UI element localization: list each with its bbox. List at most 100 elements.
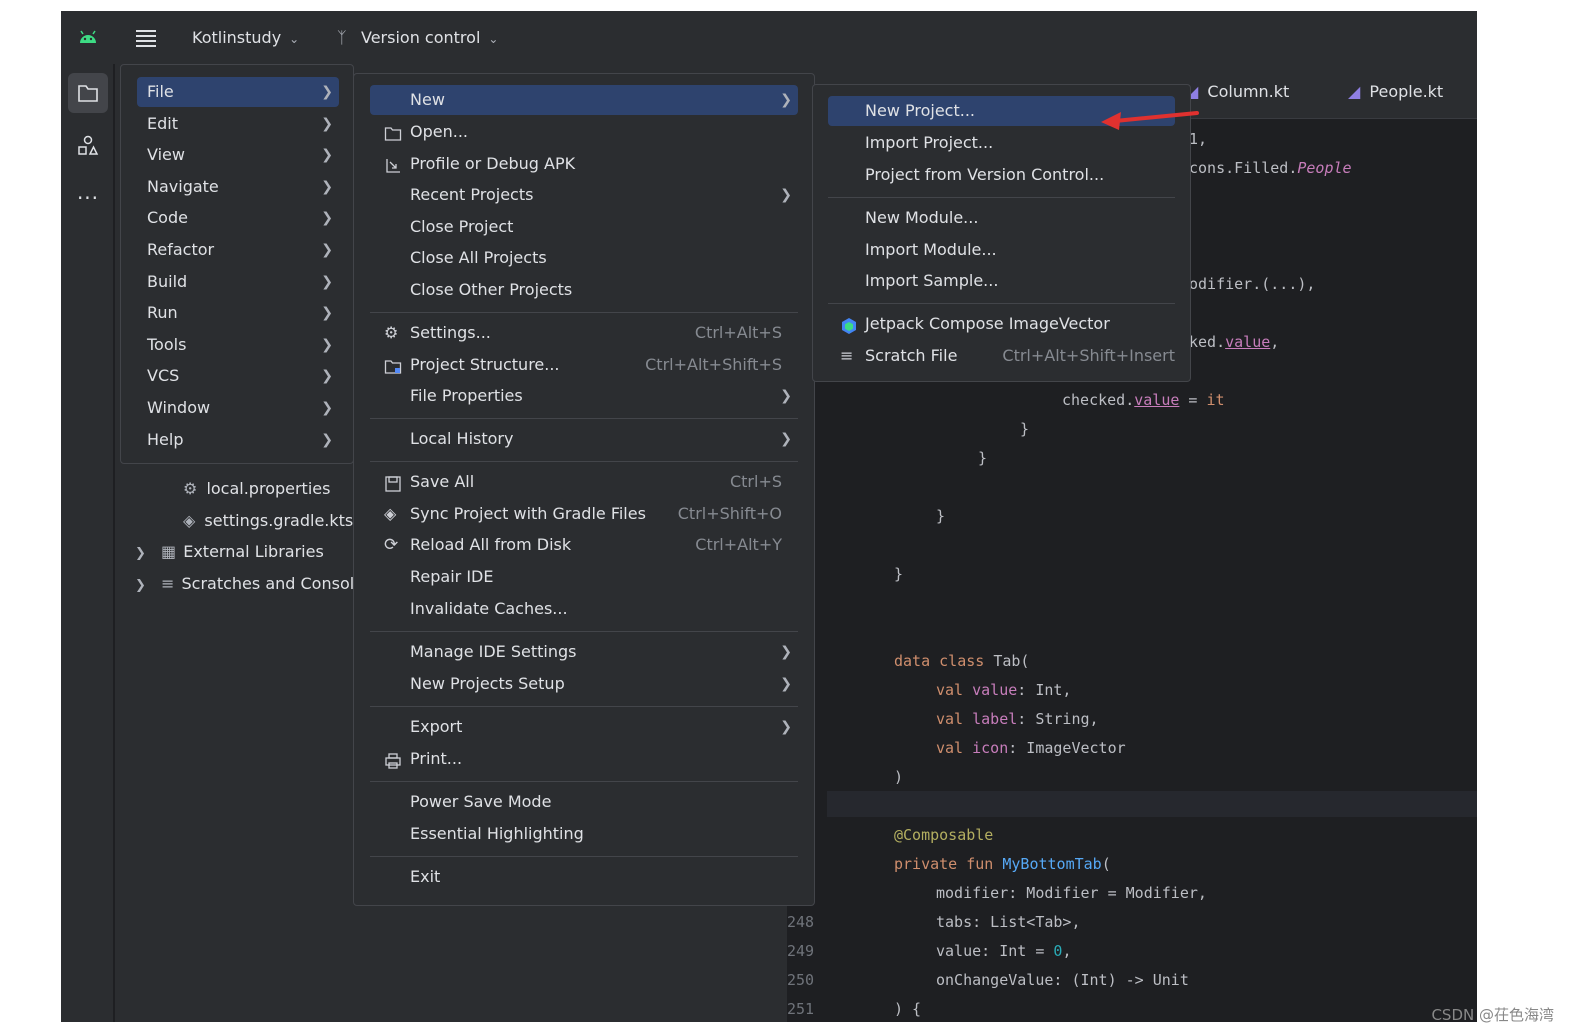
menu-item-new[interactable]: New ❯ [370,85,798,115]
menu-item-label: Manage IDE Settings [410,642,577,661]
chevron-right-icon: ❯ [321,116,333,132]
menu-item-label: Navigate [147,177,219,196]
menu-item-profile-apk[interactable]: Profile or Debug APK [370,149,798,179]
chevron-right-icon: ❯ [321,84,333,100]
menu-item-label: Window [147,398,211,417]
menu-refactor[interactable]: Refactor ❯ [137,235,339,265]
menu-item-label: New Projects Setup [410,674,565,693]
menu-item-import-sample[interactable]: Import Sample... [828,266,1175,296]
menu-item-power-save[interactable]: Power Save Mode [370,787,798,817]
tab-label: Column.kt [1207,82,1290,101]
project-tool-button[interactable] [68,73,108,113]
menu-item-sync-gradle[interactable]: ◈ Sync Project with Gradle Files Ctrl+Shif… [370,499,798,529]
chevron-right-icon: ❯ [321,400,333,416]
menu-item-settings[interactable]: ⚙ Settings... Ctrl+Alt+S [370,318,798,348]
menu-build[interactable]: Build ❯ [137,267,339,297]
chevron-right-icon: ❯ [780,92,792,108]
resource-manager-button[interactable] [68,126,108,166]
shortcut: Ctrl+Shift+O [677,504,782,523]
chevron-right-icon: ❯ [321,179,333,195]
menu-item-close-project[interactable]: Close Project [370,212,798,242]
chevron-right-icon: ❯ [321,210,333,226]
menu-item-label: Scratch File [865,346,958,365]
menu-item-label: Settings... [410,323,491,342]
menu-item-file-properties[interactable]: File Properties ❯ [370,381,798,411]
menu-code[interactable]: Code ❯ [137,203,339,233]
code-line: @Composable [894,826,994,844]
menu-item-save-all[interactable]: Save All Ctrl+S [370,467,798,497]
menu-separator [370,781,798,782]
tab-column-kt[interactable]: ◢ Column.kt [1186,82,1289,101]
main-menu-hamburger-icon[interactable] [135,27,157,49]
tree-item-external-libraries[interactable]: ❯ ▦ External Libraries [135,539,324,565]
menu-file[interactable]: File ❯ [137,77,339,107]
menu-vcs[interactable]: VCS ❯ [137,361,339,391]
menu-item-project-from-vcs[interactable]: Project from Version Control... [828,160,1175,190]
menu-item-local-history[interactable]: Local History ❯ [370,424,798,454]
menu-item-new-projects-setup[interactable]: New Projects Setup ❯ [370,669,798,699]
menu-item-label: Local History [410,429,514,448]
tree-item-settings-gradle[interactable]: ◈ settings.gradle.kts [183,508,353,534]
ide-window: Kotlinstudy ⌄ ᛉ Version control ⌄ ··· ⚙ loc… [61,11,1477,1022]
chevron-right-icon: ❯ [321,274,333,290]
menu-item-label: Project Structure... [410,355,560,374]
code-line: ) [894,768,904,786]
menu-item-close-other[interactable]: Close Other Projects [370,275,798,305]
menu-item-print[interactable]: Print... [370,744,798,774]
menu-item-manage-settings[interactable]: Manage IDE Settings ❯ [370,637,798,667]
menu-item-scratch-file[interactable]: ≡ Scratch File Ctrl+Alt+Shift+Insert [828,341,1175,371]
gear-icon: ⚙ [384,323,399,342]
menu-item-close-all[interactable]: Close All Projects [370,243,798,273]
code-line: modifier: Modifier = Modifier, [936,884,1207,902]
menu-item-repair-ide[interactable]: Repair IDE [370,562,798,592]
menu-item-reload[interactable]: ⟳ Reload All from Disk Ctrl+Alt+Y [370,530,798,560]
tab-people-kt[interactable]: ◢ People.kt [1348,82,1443,101]
shortcut: Ctrl+Alt+Shift+S [645,355,782,374]
tree-item-scratches[interactable]: ❯ ≡ Scratches and Consoles [135,571,372,597]
menu-view[interactable]: View ❯ [137,140,339,170]
project-selector[interactable]: Kotlinstudy ⌄ [192,25,299,51]
menu-separator [370,856,798,857]
more-tools-button[interactable]: ··· [68,178,108,218]
menu-item-exit[interactable]: Exit [370,862,798,892]
code-line: } [978,449,988,467]
title-bar: Kotlinstudy ⌄ ᛉ Version control ⌄ [61,11,1477,64]
tree-item-label: External Libraries [183,542,324,561]
menu-item-label: Project from Version Control... [865,165,1105,184]
menu-item-label: Import Project... [865,133,994,152]
menu-item-compose-imagevector[interactable]: Jetpack Compose ImageVector [828,309,1175,339]
menu-navigate[interactable]: Navigate ❯ [137,172,339,202]
menu-item-invalidate-caches[interactable]: Invalidate Caches... [370,594,798,624]
menu-item-essential-highlighting[interactable]: Essential Highlighting [370,819,798,849]
menu-tools[interactable]: Tools ❯ [137,330,339,360]
vcs-label: Version control [361,28,481,47]
menu-item-new-module[interactable]: New Module... [828,203,1175,233]
menu-edit[interactable]: Edit ❯ [137,109,339,139]
menu-item-label: File Properties [410,386,523,405]
menu-item-label: Run [147,303,178,322]
chevron-down-icon: ⌄ [289,31,300,46]
menu-item-label: Print... [410,749,463,768]
menu-item-project-structure[interactable]: Project Structure... Ctrl+Alt+Shift+S [370,350,798,380]
printer-icon [384,750,402,769]
menu-help[interactable]: Help ❯ [137,425,339,455]
menu-item-open[interactable]: Open... [370,117,798,147]
reload-icon: ⟳ [384,535,399,555]
menu-run[interactable]: Run ❯ [137,298,339,328]
menu-item-export[interactable]: Export ❯ [370,712,798,742]
chevron-down-icon: ⌄ [488,31,499,46]
menu-item-label: Repair IDE [410,567,494,586]
menu-window[interactable]: Window ❯ [137,393,339,423]
menu-item-recent-projects[interactable]: Recent Projects ❯ [370,180,798,210]
line-number: 248 [787,913,815,931]
code-line: } [894,565,904,583]
menu-item-label: Reload All from Disk [410,535,572,554]
chevron-right-icon: ❯ [321,432,333,448]
menu-item-import-module[interactable]: Import Module... [828,235,1175,265]
code-line: val label: String, [936,710,1099,728]
scratch-file-icon: ≡ [840,346,854,365]
chevron-right-icon: ❯ [780,187,792,203]
tree-item-local-properties[interactable]: ⚙ local.properties [183,476,330,502]
vcs-selector[interactable]: ᛉ Version control ⌄ [337,25,498,51]
chevron-right-icon: ❯ [321,368,333,384]
